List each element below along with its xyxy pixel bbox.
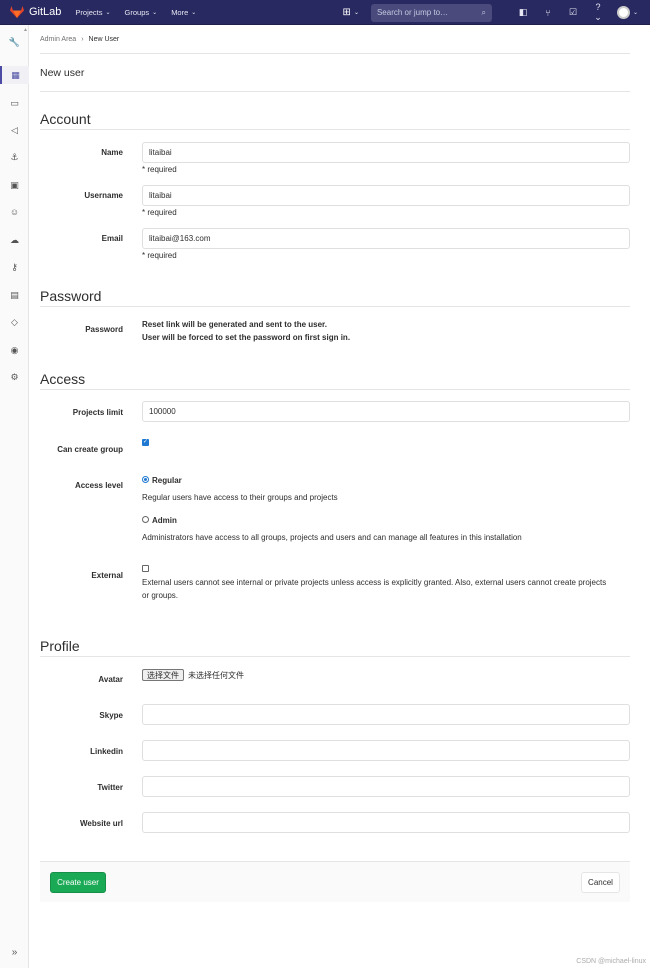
sidebar-item-overview-icon[interactable]: ▦	[0, 66, 29, 84]
admin-sidebar: ▲ 🔧 ▦ ▭ ◁ ⚓ ▣ ☺ ☁ ⚷ ▤ ◇ ◉ ⚙ »	[0, 25, 29, 968]
profile-section-title: Profile	[40, 638, 630, 657]
website-label: Website url	[80, 819, 123, 828]
new-user-form: Account Name litaibai * required Usernam…	[40, 0, 630, 968]
can-create-group-checkbox[interactable]	[142, 438, 149, 446]
external-checkbox[interactable]	[142, 565, 149, 572]
external-label: External	[91, 571, 123, 580]
sidebar-item-abuse-reports-icon[interactable]: ☺	[0, 203, 29, 221]
choose-file-button[interactable]: 选择文件	[142, 669, 184, 681]
projects-limit-input[interactable]: 100000	[142, 401, 630, 422]
access-level-regular-radio[interactable]	[142, 476, 149, 483]
username-required: * required	[142, 208, 177, 217]
name-required: * required	[142, 165, 177, 174]
external-row: External External users cannot see inter…	[40, 565, 630, 605]
name-label: Name	[101, 148, 123, 157]
avatar-row: Avatar 选择文件 未选择任何文件	[40, 669, 630, 689]
skype-label: Skype	[99, 711, 123, 720]
sidebar-item-service-templates-icon[interactable]: ⚷	[0, 258, 29, 276]
sidebar-item-applications-icon[interactable]: ▣	[0, 176, 29, 194]
access-level-row: Access level Regular Regular users have …	[40, 475, 630, 545]
sidebar-item-labels-icon[interactable]: ▤	[0, 286, 29, 304]
chevron-down-icon: ⌄	[632, 10, 638, 16]
sidebar-item-tags-icon[interactable]: ◇	[0, 313, 29, 331]
password-info-line1: Reset link will be generated and sent to…	[142, 320, 327, 329]
admin-radio-label[interactable]: Admin	[152, 516, 177, 525]
linkedin-input[interactable]	[142, 740, 630, 761]
linkedin-label: Linkedin	[90, 747, 123, 756]
username-input[interactable]: litaibai	[142, 185, 630, 206]
admin-help: Administrators have access to all groups…	[142, 533, 522, 542]
collapse-sidebar-icon[interactable]: »	[0, 947, 29, 958]
linkedin-row: Linkedin	[40, 740, 630, 762]
account-section-title: Account	[40, 111, 630, 130]
cancel-button[interactable]: Cancel	[581, 872, 620, 893]
can-create-group-row: Can create group	[40, 438, 630, 459]
admin-wrench-icon[interactable]: 🔧	[0, 33, 29, 51]
twitter-row: Twitter	[40, 776, 630, 798]
access-level-label: Access level	[74, 481, 123, 490]
email-label: Email	[101, 234, 123, 243]
projects-limit-label: Projects limit	[72, 408, 123, 417]
avatar-label: Avatar	[98, 675, 123, 684]
password-info-line2: User will be forced to set the password …	[142, 333, 351, 342]
twitter-input[interactable]	[142, 776, 630, 797]
skype-input[interactable]	[142, 704, 630, 725]
file-status-text: 未选择任何文件	[188, 671, 244, 680]
profile-section-header: Profile	[40, 638, 630, 657]
name-input[interactable]: litaibai	[142, 142, 630, 163]
access-section-header: Access	[40, 371, 630, 390]
sidebar-item-deploy-keys-icon[interactable]: ☁	[0, 231, 29, 249]
gitlab-logo-icon	[10, 6, 24, 18]
projects-limit-row: Projects limit 100000	[40, 401, 630, 423]
create-user-button[interactable]: Create user	[50, 872, 106, 893]
sidebar-item-system-hooks-icon[interactable]: ⚓	[0, 148, 29, 166]
username-label: Username	[84, 191, 123, 200]
email-row: Email litaibai@163.com * required	[40, 228, 630, 268]
website-row: Website url	[40, 812, 630, 834]
password-label: Password	[85, 325, 123, 334]
website-input[interactable]	[142, 812, 630, 833]
access-level-admin-radio[interactable]	[142, 516, 149, 523]
external-help-line1: External users cannot see internal or pr…	[142, 578, 607, 587]
email-input[interactable]: litaibai@163.com	[142, 228, 630, 249]
watermark: CSDN @michael-linux	[576, 958, 646, 965]
password-section-header: Password	[40, 288, 630, 307]
twitter-label: Twitter	[97, 783, 123, 792]
regular-help: Regular users have access to their group…	[142, 493, 338, 502]
can-create-group-label: Can create group	[57, 445, 123, 454]
sidebar-item-monitoring-icon[interactable]: ▭	[0, 94, 29, 112]
password-section-title: Password	[40, 288, 630, 307]
password-row: Password Reset link will be generated an…	[40, 320, 630, 350]
access-section-title: Access	[40, 371, 630, 390]
sidebar-item-messages-icon[interactable]: ◁	[0, 121, 29, 139]
external-help-line2: or groups.	[142, 591, 179, 600]
skype-row: Skype	[40, 704, 630, 726]
name-row: Name litaibai * required	[40, 142, 630, 182]
sidebar-item-appearance-icon[interactable]: ◉	[0, 341, 29, 359]
regular-radio-label[interactable]: Regular	[152, 476, 182, 485]
sidebar-item-settings-icon[interactable]: ⚙	[0, 368, 29, 386]
username-row: Username litaibai * required	[40, 185, 630, 225]
email-required: * required	[142, 251, 177, 260]
form-actions: Create user Cancel	[40, 861, 630, 902]
account-section-header: Account	[40, 111, 630, 130]
